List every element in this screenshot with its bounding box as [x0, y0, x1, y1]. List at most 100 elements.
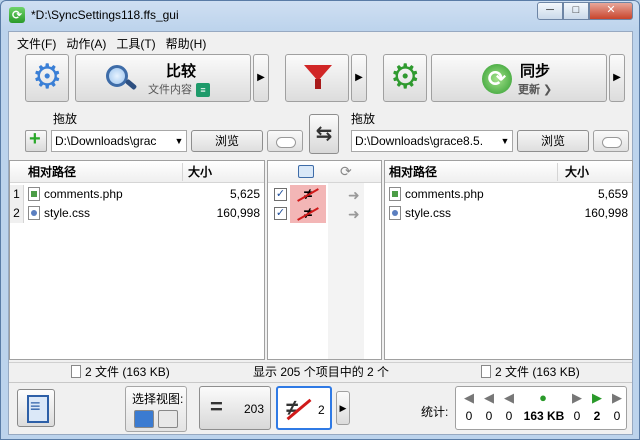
compare-dropdown-arrow[interactable]: ▶	[253, 54, 269, 102]
col-relative-path[interactable]: 相对路径	[28, 161, 76, 183]
right-drop-label: 拖放	[351, 112, 376, 126]
right-browse-button[interactable]: 浏览	[517, 130, 589, 152]
filter-button[interactable]	[285, 54, 349, 102]
php-file-icon	[28, 187, 40, 201]
css-file-icon	[389, 206, 401, 220]
row-number: 1	[10, 185, 24, 204]
middle-action-grid[interactable]: ⟳ ✓ ≠ ➜ ✓ ≠ ➜	[267, 160, 382, 360]
synchronize-button[interactable]: ⟳ 同步 更新 ❯	[431, 54, 607, 102]
left-path-input[interactable]: D:\Downloads\grac ▼	[51, 130, 187, 152]
content-badge-icon: ≡	[196, 83, 210, 98]
delete-right-icon: ▶	[612, 390, 622, 405]
include-checkbox[interactable]: ✓	[274, 207, 287, 220]
filter-dropdown-arrow[interactable]: ▶	[351, 54, 367, 102]
menu-action[interactable]: 动作(A)	[62, 32, 112, 51]
file-size: 5,659	[597, 187, 628, 201]
stat-create-right: 0	[573, 409, 581, 423]
sync-dropdown-arrow[interactable]: ▶	[609, 54, 625, 102]
log-panel-button[interactable]	[17, 389, 55, 427]
menu-tools[interactable]: 工具(T)	[112, 32, 161, 51]
sync-settings-button[interactable]	[383, 54, 427, 102]
statistics-box: ◀ ◀ ◀ ● ▶ ▶ ▶ 0 0 0 163 KB 0 2 0	[455, 386, 627, 430]
window-controls: ─ □ ✕	[537, 2, 633, 20]
right-folder-panel: 拖放 D:\Downloads\grace8.5. ▼ 浏览	[349, 110, 629, 158]
table-row[interactable]: 1 comments.php 5,625	[10, 185, 264, 204]
compare-variant-label: 文件内容 ≡	[148, 81, 210, 98]
app-window: ⟳ *D:\SyncSettings118.ffs_gui ─ □ ✕ 文件(F…	[0, 0, 640, 440]
compare-view-icon[interactable]	[134, 410, 154, 428]
arrow-right-icon[interactable]: ➜	[348, 188, 364, 202]
left-folder-panel: 拖放 D:\Downloads\grac ▼ 浏览	[25, 110, 303, 158]
swap-icon: ⇆	[315, 123, 333, 145]
main-client-area: 文件(F) 动作(A) 工具(T) 帮助(H) 比较 文件内容 ≡ ▶	[8, 31, 633, 435]
data-pie-icon: ●	[539, 390, 547, 405]
not-equal-icon: ≠	[290, 204, 326, 223]
compare-variant-text: 文件内容	[148, 84, 192, 96]
show-equal-button[interactable]: = 203	[199, 386, 271, 430]
create-left-icon: ◀	[464, 390, 474, 405]
update-left-icon: ◀	[484, 390, 494, 405]
minimize-button[interactable]: ─	[537, 2, 563, 20]
compare-label: 比较	[166, 63, 197, 80]
close-button[interactable]: ✕	[589, 2, 633, 20]
table-row[interactable]: 2 style.css 160,998	[10, 204, 264, 223]
left-status: 2 文件 (163 KB)	[71, 363, 170, 381]
file-name: comments.php	[44, 187, 123, 201]
right-file-grid[interactable]: 相对路径 大小 comments.php 5,659 style.css 160…	[384, 160, 633, 360]
view-filter-dropdown-arrow[interactable]: ▶	[336, 391, 350, 425]
not-equal-icon: ≠	[290, 185, 326, 204]
swap-sides-button[interactable]: ⇆	[309, 114, 339, 154]
left-status-text: 2 文件 (163 KB)	[85, 365, 170, 379]
col-size[interactable]: 大小	[565, 161, 589, 183]
col-relative-path[interactable]: 相对路径	[389, 161, 437, 183]
file-size: 5,625	[229, 187, 260, 201]
sync-label: 同步	[520, 63, 551, 80]
menu-help[interactable]: 帮助(H)	[162, 32, 213, 51]
css-file-icon	[28, 206, 40, 220]
status-bar: 2 文件 (163 KB) 显示 205 个项目中的 2 个 2 文件 (163…	[9, 362, 632, 380]
left-file-grid[interactable]: 相对路径 大小 1 comments.php 5,625 2 style.css…	[9, 160, 265, 360]
not-equal-icon: ≠	[286, 395, 299, 420]
right-path-text: D:\Downloads\grace8.5.	[355, 134, 484, 148]
menu-file[interactable]: 文件(F)	[13, 32, 62, 51]
gear-icon	[32, 57, 62, 97]
compare-settings-button[interactable]	[25, 54, 69, 102]
stat-create-left: 0	[465, 409, 473, 423]
sync-view-icon[interactable]	[158, 410, 178, 428]
view-label: 选择视图:	[132, 392, 184, 406]
stat-delete-right: 0	[613, 409, 621, 423]
left-browse-button[interactable]: 浏览	[191, 130, 263, 152]
arrow-right-icon[interactable]: ➜	[348, 207, 364, 221]
right-cloud-button[interactable]	[593, 130, 629, 152]
left-grid-header: 相对路径 大小	[10, 161, 264, 183]
add-folder-pair-button[interactable]	[25, 128, 47, 152]
col-size[interactable]: 大小	[188, 161, 212, 183]
include-checkbox[interactable]: ✓	[274, 188, 287, 201]
file-size: 160,998	[584, 206, 628, 220]
file-name: comments.php	[405, 187, 484, 201]
right-grid-header: 相对路径 大小	[385, 161, 632, 183]
menu-bar: 文件(F) 动作(A) 工具(T) 帮助(H)	[9, 32, 632, 51]
middle-grid-header: ⟳	[268, 161, 381, 183]
compare-button[interactable]: 比较 文件内容 ≡	[75, 54, 251, 102]
sync-action-icon[interactable]: ⟳	[340, 163, 352, 180]
left-cloud-button[interactable]	[267, 130, 303, 152]
stat-delete-left: 0	[505, 409, 513, 423]
left-drop-label: 拖放	[53, 112, 78, 126]
table-row[interactable]: comments.php 5,659	[385, 185, 632, 204]
title-bar[interactable]: ⟳ *D:\SyncSettings118.ffs_gui ─ □ ✕	[1, 1, 639, 31]
center-status: 显示 205 个项目中的 2 个	[253, 365, 390, 379]
delete-left-icon: ◀	[504, 390, 514, 405]
show-different-button[interactable]: ≠ 2	[276, 386, 332, 430]
chevron-down-icon[interactable]: ▼	[172, 131, 186, 151]
equal-count: 203	[244, 402, 265, 416]
compare-category-icon[interactable]	[298, 165, 314, 178]
window-title: *D:\SyncSettings118.ffs_gui	[31, 8, 179, 22]
stat-update-right: 2	[593, 409, 601, 423]
right-path-input[interactable]: D:\Downloads\grace8.5. ▼	[351, 130, 513, 152]
update-right-icon: ▶	[592, 390, 602, 405]
table-row[interactable]: style.css 160,998	[385, 204, 632, 223]
chevron-down-icon[interactable]: ▼	[498, 131, 512, 151]
sync-variant-label: 更新 ❯	[518, 84, 553, 96]
maximize-button[interactable]: □	[563, 2, 589, 20]
